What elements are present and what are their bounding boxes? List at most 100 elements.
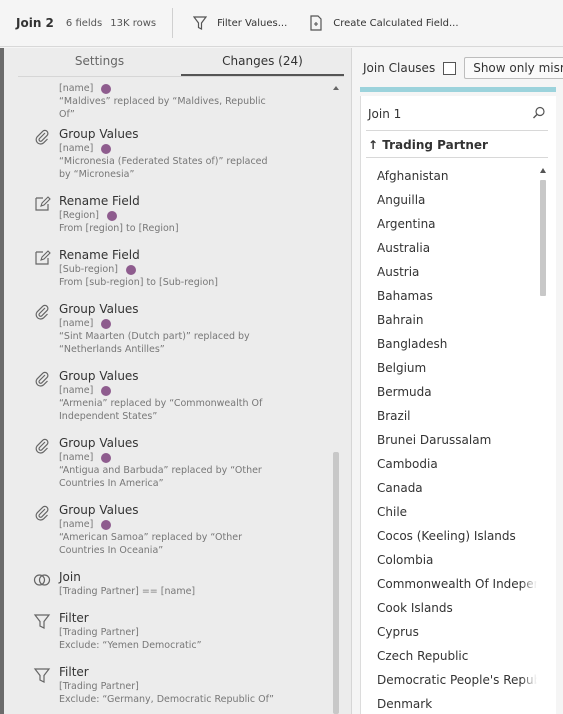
- change-title: Group Values: [59, 503, 139, 517]
- field-dot: [101, 385, 112, 396]
- join-icon: [33, 574, 51, 586]
- field-count: 6 fields: [65, 17, 103, 29]
- show-only-mismatch-button[interactable]: Show only mismatch: [464, 57, 563, 79]
- filter-values-label: Filter Values...: [217, 17, 288, 29]
- value-item[interactable]: Canada: [377, 476, 537, 500]
- value-item[interactable]: Brunei Darussalam: [377, 428, 537, 452]
- value-item[interactable]: Cocos (Keeling) Islands: [377, 524, 537, 548]
- change-description: “American Samoa” replaced by “Other Coun…: [59, 532, 242, 556]
- join-clauses-checkbox[interactable]: [443, 61, 457, 75]
- value-item[interactable]: Commonwealth Of Independe: [377, 572, 537, 596]
- filter-icon: [33, 668, 51, 683]
- value-item[interactable]: Bahrain: [377, 308, 537, 332]
- value-item[interactable]: Brazil: [377, 404, 537, 428]
- change-field: [name]: [59, 143, 94, 154]
- join-clauses-header: Join Clauses Show only mismatch: [363, 57, 563, 79]
- changes-panel: Settings Changes (24) [name] “Maldives” …: [0, 48, 352, 714]
- change-field: [Region]: [59, 210, 99, 221]
- filter-values-button[interactable]: Filter Values...: [193, 15, 287, 31]
- change-description: From [sub-region] to [Sub-region]: [59, 277, 218, 288]
- changes-scrollbar[interactable]: [332, 86, 340, 714]
- create-calculated-field-label: Create Calculated Field...: [333, 17, 459, 29]
- rename-icon: [35, 250, 51, 265]
- field-dot: [125, 264, 136, 275]
- field-dot: [101, 318, 112, 329]
- change-field: [name]: [59, 452, 94, 463]
- rename-icon: [35, 196, 51, 211]
- value-list: Afghanistan Anguilla Argentina Australia Aus…: [377, 164, 537, 714]
- value-item[interactable]: Colombia: [377, 548, 537, 572]
- value-item[interactable]: Australia: [377, 236, 537, 260]
- changes-list: [name] “Maldives” replaced by “Maldives,…: [0, 78, 340, 714]
- toolbar: Join 2 6 fields 13K rows Filter Values..…: [0, 0, 563, 47]
- change-field: [Sub-region]: [59, 264, 118, 275]
- value-item[interactable]: Bahamas: [377, 284, 537, 308]
- change-title: Rename Field: [59, 194, 140, 208]
- scroll-up-arrow-icon[interactable]: [333, 86, 339, 90]
- paperclip-icon: [35, 438, 49, 454]
- value-item[interactable]: Cook Islands: [377, 596, 537, 620]
- change-description: From [region] to [Region]: [59, 223, 179, 234]
- filter-icon: [33, 614, 51, 629]
- change-title: Filter: [59, 665, 89, 679]
- join-values-card: Join 1 ↑ Trading Partner Afghanistan Angu…: [360, 96, 556, 714]
- change-title: Group Values: [59, 436, 139, 450]
- change-field: [name]: [59, 83, 94, 94]
- value-item[interactable]: Belgium: [377, 356, 537, 380]
- change-title: Rename Field: [59, 248, 140, 262]
- values-scrollbar[interactable]: [538, 164, 548, 714]
- change-title: Group Values: [59, 302, 139, 316]
- value-item[interactable]: Bermuda: [377, 380, 537, 404]
- tab-changes[interactable]: Changes (24): [181, 48, 344, 76]
- paperclip-icon: [35, 129, 49, 145]
- panel-tabs: Settings Changes (24): [18, 48, 344, 76]
- change-field: [name]: [59, 519, 94, 530]
- change-description: “Maldives” replaced by “Maldives, Republ…: [59, 96, 266, 120]
- value-item[interactable]: Chile: [377, 500, 537, 524]
- change-title: Group Values: [59, 369, 139, 383]
- value-item[interactable]: Bangladesh: [377, 332, 537, 356]
- scroll-thumb[interactable]: [333, 452, 339, 714]
- value-item[interactable]: Denmark: [377, 692, 537, 714]
- search-icon[interactable]: [532, 106, 546, 120]
- divider: [366, 130, 548, 131]
- value-item[interactable]: Czech Republic: [377, 644, 537, 668]
- change-description: “Micronesia (Federated States of)” repla…: [59, 156, 268, 180]
- tab-settings[interactable]: Settings: [18, 48, 181, 76]
- value-item[interactable]: Argentina: [377, 212, 537, 236]
- join-clauses-label: Join Clauses: [363, 61, 436, 75]
- step-title: Join 2: [16, 16, 54, 30]
- value-item[interactable]: Afghanistan: [377, 164, 537, 188]
- paperclip-icon: [35, 371, 49, 387]
- change-field: [name]: [59, 318, 94, 329]
- change-description: “Sint Maarten (Dutch part)” replaced by …: [59, 331, 250, 355]
- field-dot: [101, 83, 112, 94]
- field-dot: [101, 452, 112, 463]
- value-item[interactable]: Austria: [377, 260, 537, 284]
- value-item[interactable]: Cambodia: [377, 452, 537, 476]
- value-item[interactable]: Democratic People's Republ: [377, 668, 537, 692]
- paperclip-icon: [35, 304, 49, 320]
- divider: [366, 157, 548, 158]
- create-calculated-field-button[interactable]: Create Calculated Field...: [309, 15, 459, 31]
- field-dot: [101, 519, 112, 530]
- value-item[interactable]: Cyprus: [377, 620, 537, 644]
- field-dot: [101, 143, 112, 154]
- change-description: “Armenia” replaced by “Commonwealth Of I…: [59, 398, 263, 422]
- paperclip-icon: [35, 505, 49, 521]
- column-header[interactable]: ↑ Trading Partner: [368, 138, 488, 152]
- field-dot: [106, 210, 117, 221]
- change-description: “Antigua and Barbuda” replaced by “Other…: [59, 465, 262, 489]
- change-description: Exclude: “Germany, Democratic Republic O…: [59, 694, 274, 705]
- scroll-up-arrow-icon[interactable]: [540, 168, 546, 173]
- calculated-field-icon: [310, 15, 322, 31]
- value-item[interactable]: Anguilla: [377, 188, 537, 212]
- join-clauses-panel: Join Clauses Show only mismatch Join 1 ↑…: [353, 48, 563, 714]
- row-count: 13K rows: [110, 17, 157, 29]
- change-title: Filter: [59, 611, 89, 625]
- change-title: Group Values: [59, 127, 139, 141]
- toolbar-separator: [172, 8, 174, 38]
- join-name: Join 1: [368, 107, 402, 121]
- scroll-thumb[interactable]: [540, 180, 546, 296]
- text-fade: [521, 164, 537, 714]
